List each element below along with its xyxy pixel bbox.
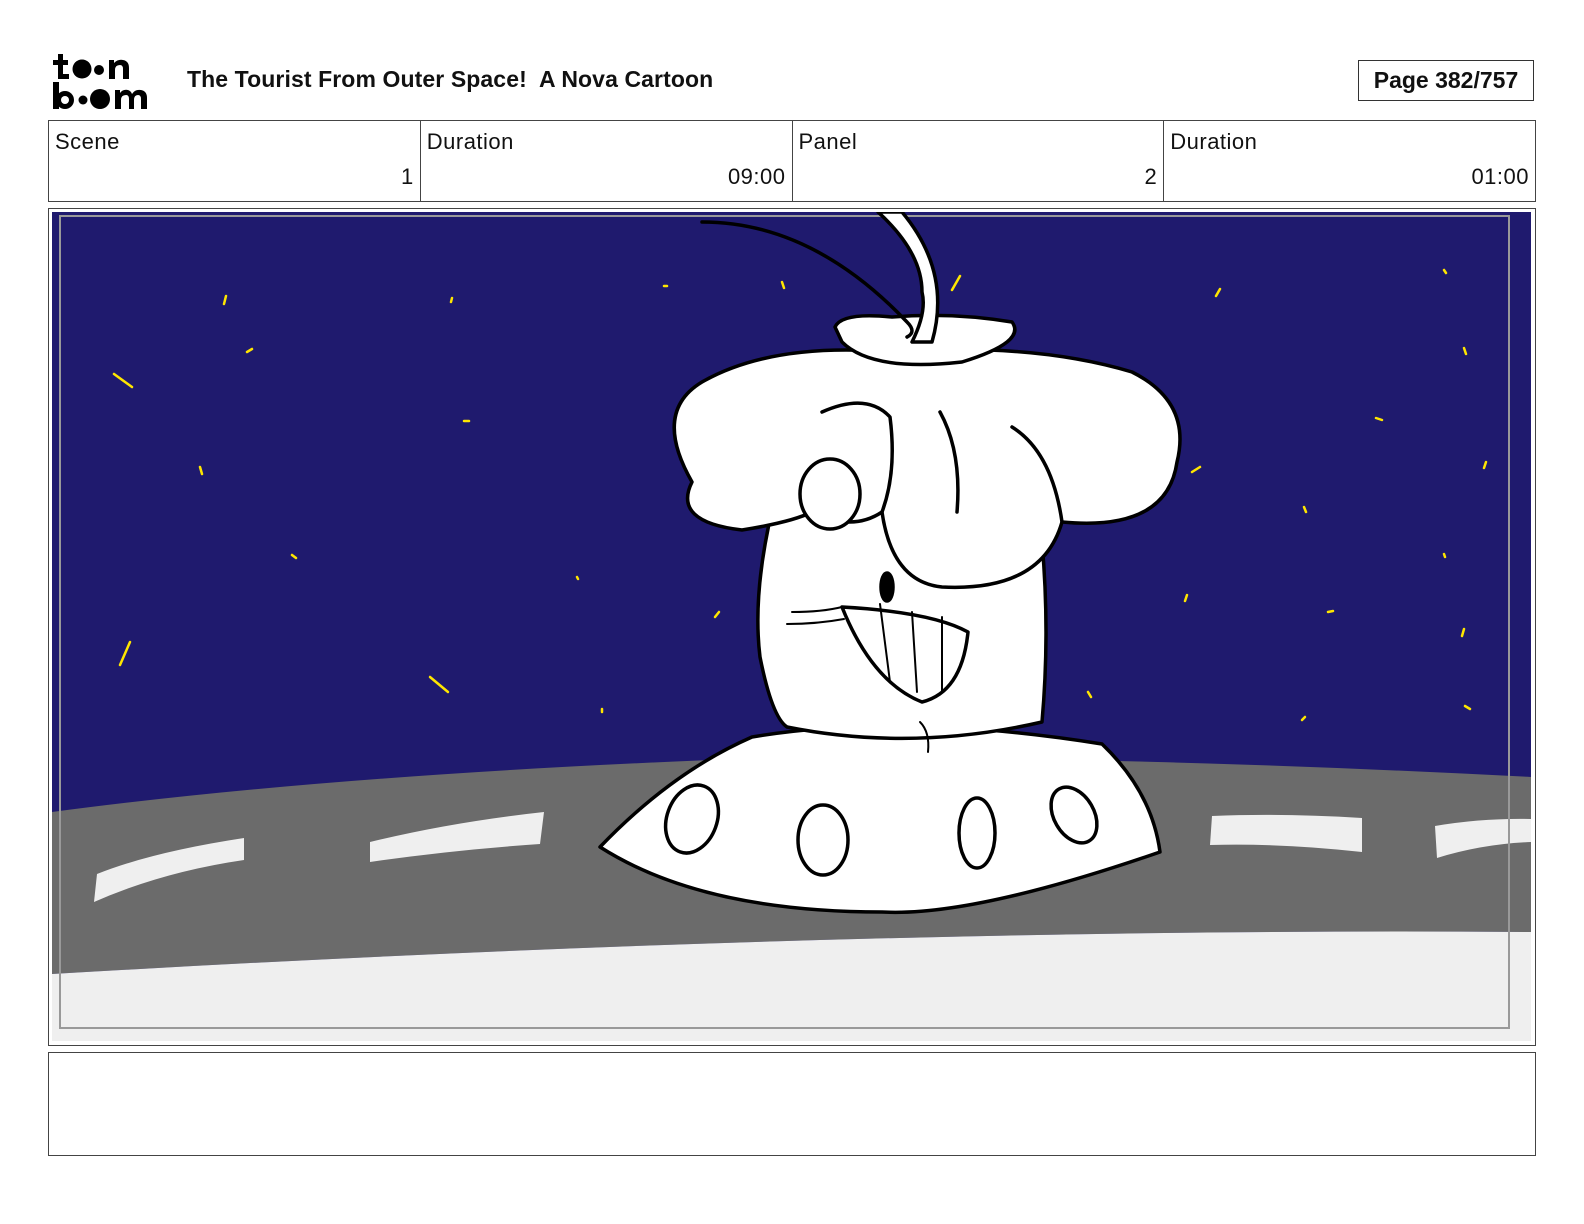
panel-value: 2 [1144, 164, 1158, 189]
scene-cell: Scene 1 [49, 121, 421, 201]
page-number-label: Page 382/757 [1373, 67, 1519, 93]
panel-duration-label: Duration [1170, 129, 1258, 154]
scene-label: Scene [55, 129, 120, 154]
panel-cell: Panel 2 [793, 121, 1165, 201]
storyboard-panel [48, 208, 1536, 1046]
panel-label: Panel [798, 129, 858, 154]
toonboom-logo [53, 54, 147, 109]
panel-drawing [52, 212, 1531, 1041]
page-number: Page 382/757 [1358, 60, 1534, 101]
scene-duration-cell: Duration 09:00 [421, 121, 793, 201]
scene-value: 1 [401, 164, 414, 189]
panel-duration-cell: Duration 01:00 [1164, 121, 1535, 201]
info-row: Scene 1 Duration 09:00 Panel 2 Duration … [48, 120, 1536, 202]
scene-duration-label: Duration [426, 129, 514, 154]
notes-box [48, 1052, 1536, 1156]
panel-duration-value: 01:00 [1471, 164, 1529, 189]
page-title: The Tourist From Outer Space! A Nova Car… [187, 66, 714, 92]
scene-duration-value: 09:00 [727, 164, 786, 189]
